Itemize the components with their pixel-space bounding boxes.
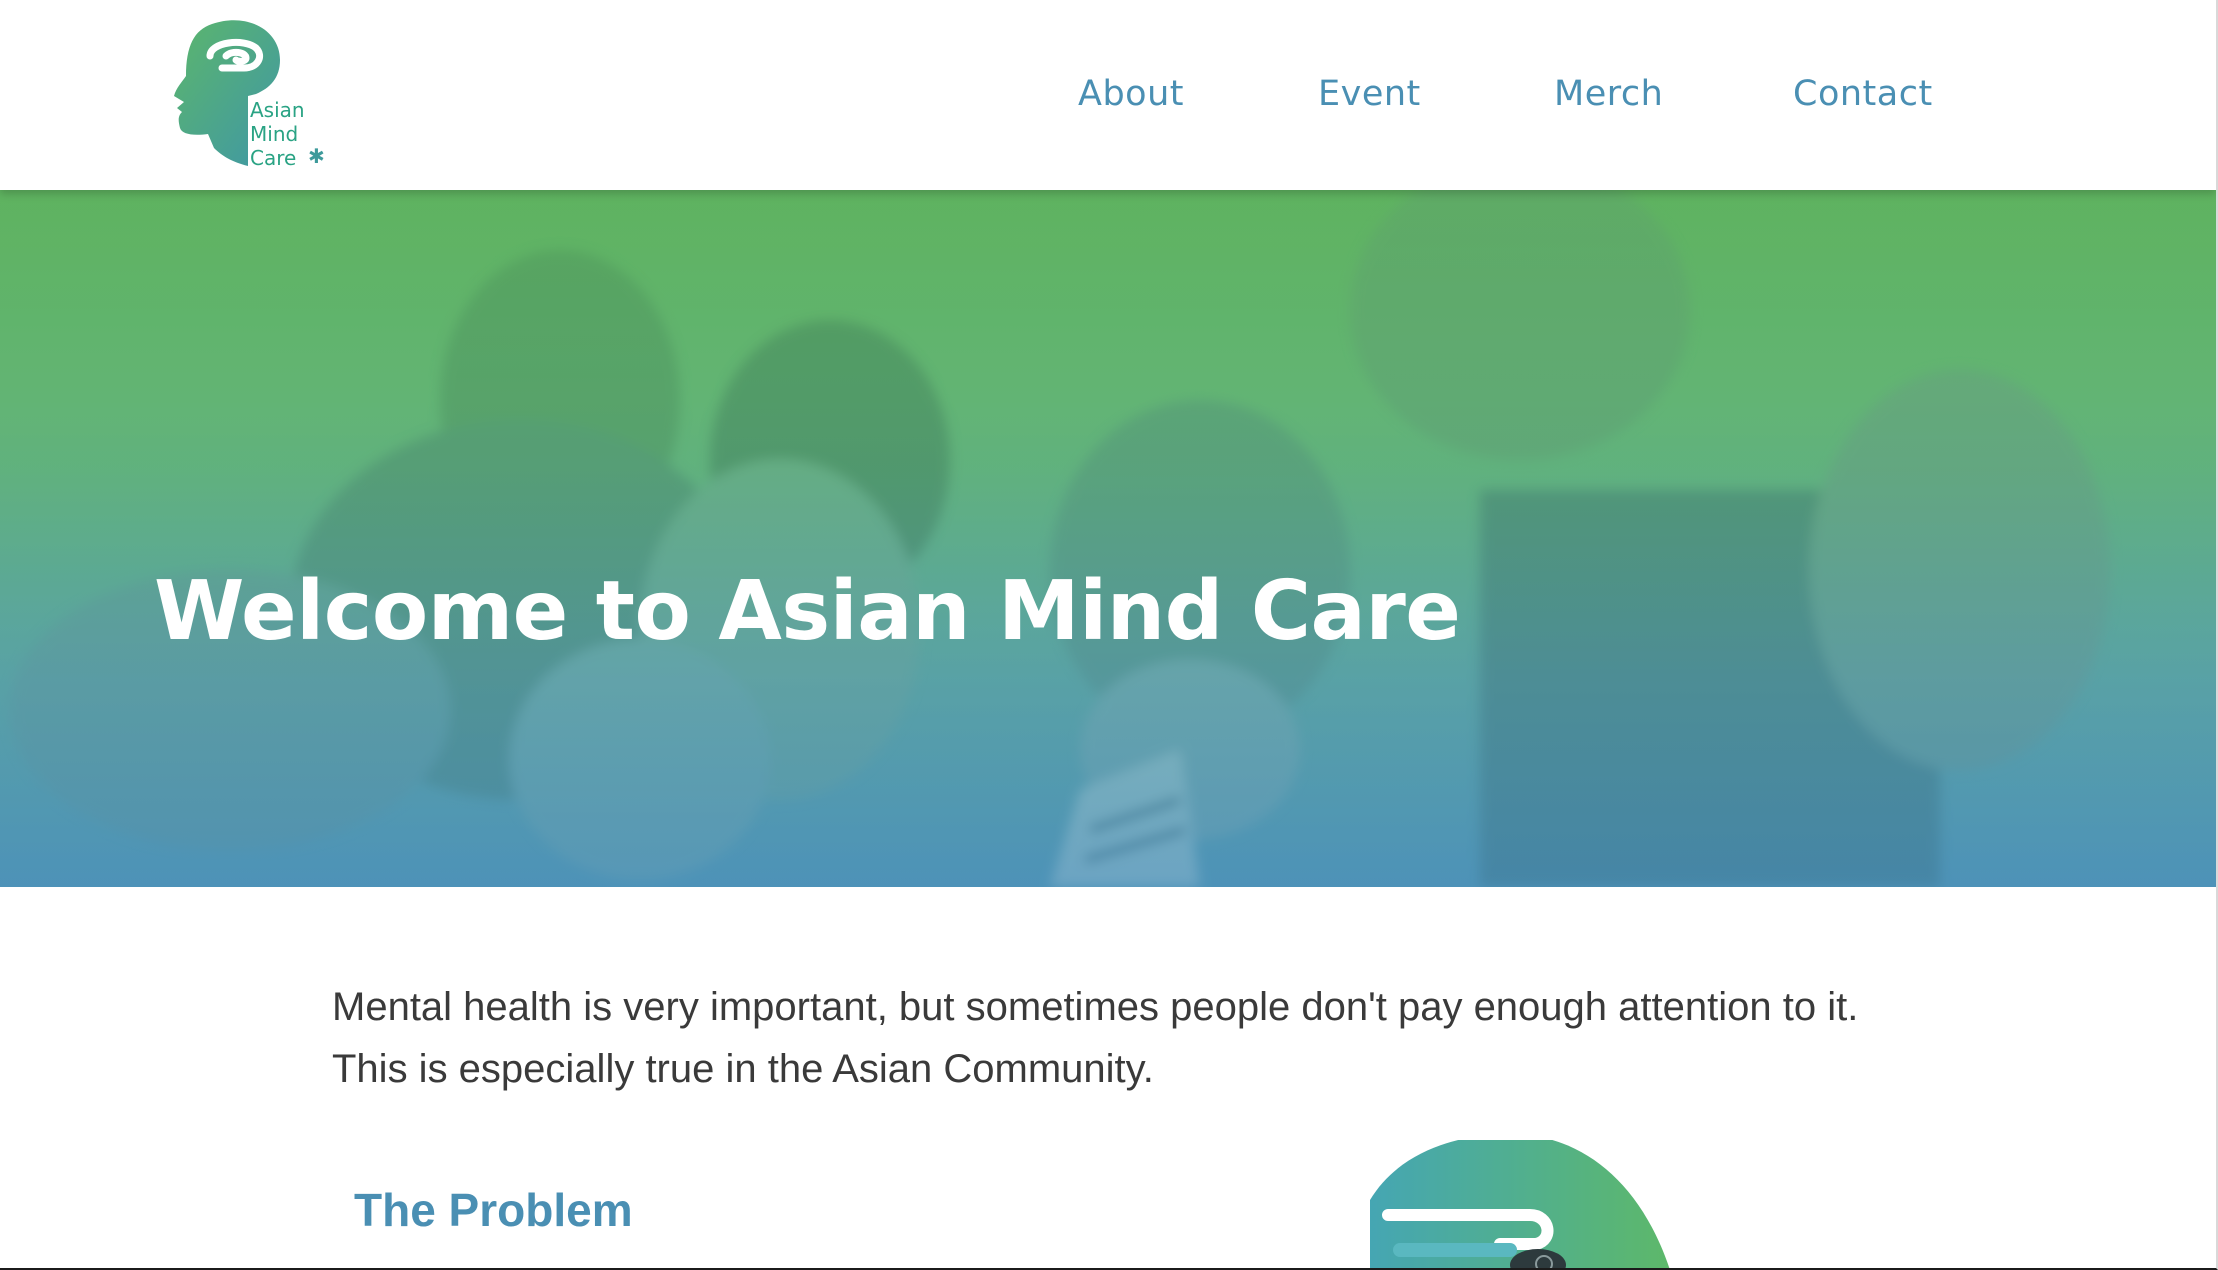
problem-illustration	[1340, 1140, 1680, 1268]
site-header: Asian Mind Care ✱ About Event Merch Cont…	[0, 0, 2216, 190]
problem-heading: The Problem	[354, 1184, 633, 1236]
hero-title: Welcome to Asian Mind Care	[154, 564, 1461, 659]
head-illustration-icon	[1370, 1140, 1670, 1268]
page: Asian Mind Care ✱ About Event Merch Cont…	[0, 0, 2218, 1270]
main-nav: About Event Merch Contact	[0, 0, 2216, 190]
intro-paragraph: Mental health is very important, but som…	[332, 985, 1859, 1091]
hero-gradient-overlay	[0, 190, 2216, 887]
nav-link-event[interactable]: Event	[1318, 74, 1421, 114]
hero-banner: Welcome to Asian Mind Care	[0, 190, 2216, 887]
nav-link-merch[interactable]: Merch	[1554, 74, 1663, 114]
nav-link-contact[interactable]: Contact	[1793, 74, 1933, 114]
nav-link-about[interactable]: About	[1078, 74, 1184, 114]
